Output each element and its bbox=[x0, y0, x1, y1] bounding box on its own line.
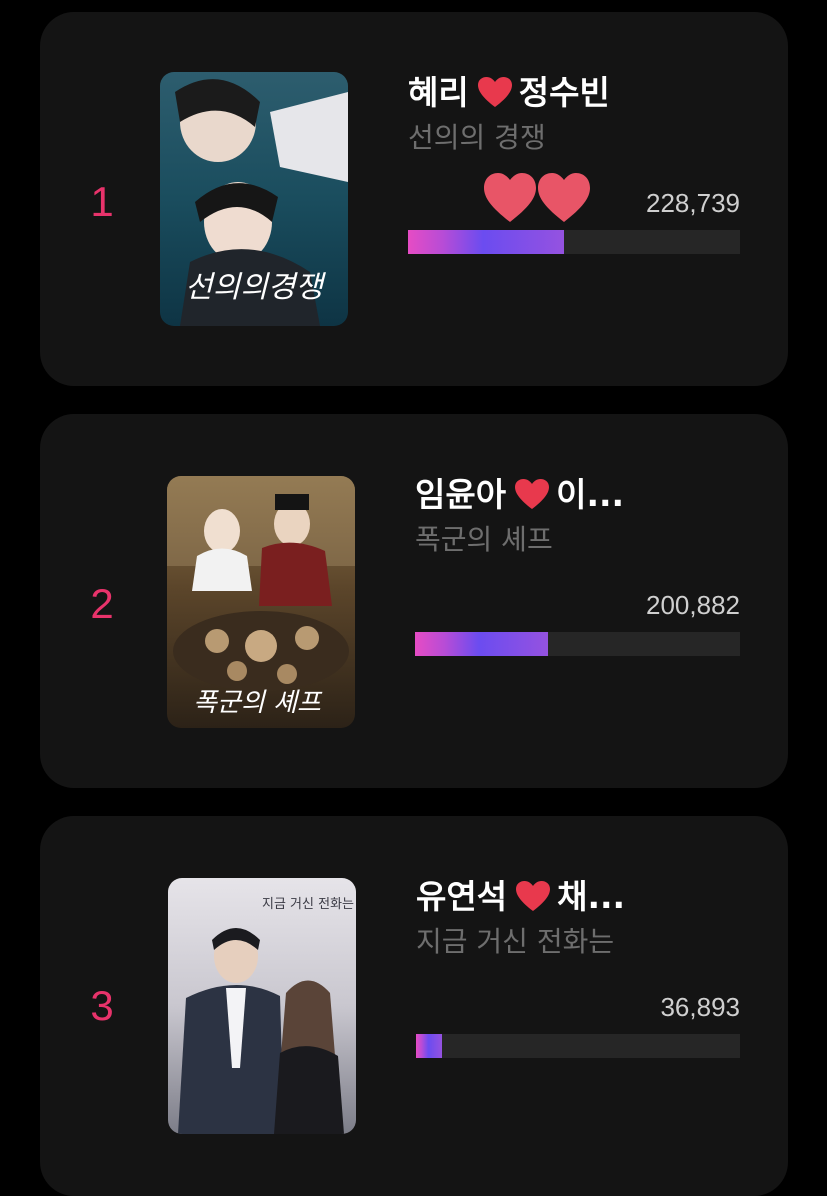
drama-poster[interactable]: 지금 거신 전화는 bbox=[168, 878, 356, 1134]
ranking-card[interactable]: 1 선의의경쟁 혜리 정수빈 선의의 경쟁 228,739 bbox=[40, 12, 788, 386]
vote-count: 36,893 bbox=[660, 992, 740, 1022]
red-heart-icon bbox=[515, 479, 550, 509]
actor-right: 이... bbox=[556, 475, 625, 514]
drama-title: 선의의 경쟁 bbox=[408, 121, 546, 154]
actor-right: 채... bbox=[557, 877, 626, 916]
vote-count: 200,882 bbox=[646, 590, 740, 620]
drama-title: 지금 거신 전화는 bbox=[416, 925, 615, 958]
ranking-card[interactable]: 2 폭군의 셰프 임윤아 이... 폭군의 셰프 200,882 bbox=[40, 414, 788, 788]
vote-progress-fill bbox=[416, 1034, 442, 1058]
red-heart-icon bbox=[477, 77, 512, 107]
actor-right: 정수빈 bbox=[518, 73, 610, 112]
vote-progress-bar bbox=[408, 230, 740, 254]
actor-left: 유연석 bbox=[416, 877, 508, 916]
drama-title: 폭군의 셰프 bbox=[415, 523, 553, 556]
vote-count: 228,739 bbox=[646, 188, 740, 218]
vote-progress-bar bbox=[415, 632, 740, 656]
couple-title: 혜리 정수빈 bbox=[408, 66, 610, 114]
two-hearts-icon bbox=[484, 173, 590, 222]
actor-left: 혜리 bbox=[408, 73, 469, 112]
actor-left: 임윤아 bbox=[415, 475, 507, 514]
poster-title-text: 지금 거신 전화는 bbox=[262, 897, 354, 912]
couple-title: 임윤아 이... bbox=[415, 468, 624, 516]
poster-title-text: 선의의경쟁 bbox=[185, 270, 326, 305]
rank-number: 1 bbox=[90, 178, 114, 225]
red-heart-icon bbox=[516, 881, 551, 911]
poster-title-text: 폭군의 셰프 bbox=[193, 688, 323, 718]
rank-number: 2 bbox=[90, 580, 114, 627]
drama-poster[interactable]: 폭군의 셰프 bbox=[167, 476, 355, 728]
vote-progress-fill bbox=[415, 632, 549, 656]
vote-progress-fill bbox=[408, 230, 565, 254]
rank-number: 3 bbox=[90, 982, 114, 1029]
drama-poster[interactable]: 선의의경쟁 bbox=[160, 72, 348, 326]
vote-progress-bar bbox=[416, 1034, 740, 1058]
ranking-card[interactable]: 3 지금 거신 전화는 유연석 채... 지금 거신 전화는 36,893 bbox=[40, 816, 788, 1196]
couple-title: 유연석 채... bbox=[416, 870, 625, 918]
